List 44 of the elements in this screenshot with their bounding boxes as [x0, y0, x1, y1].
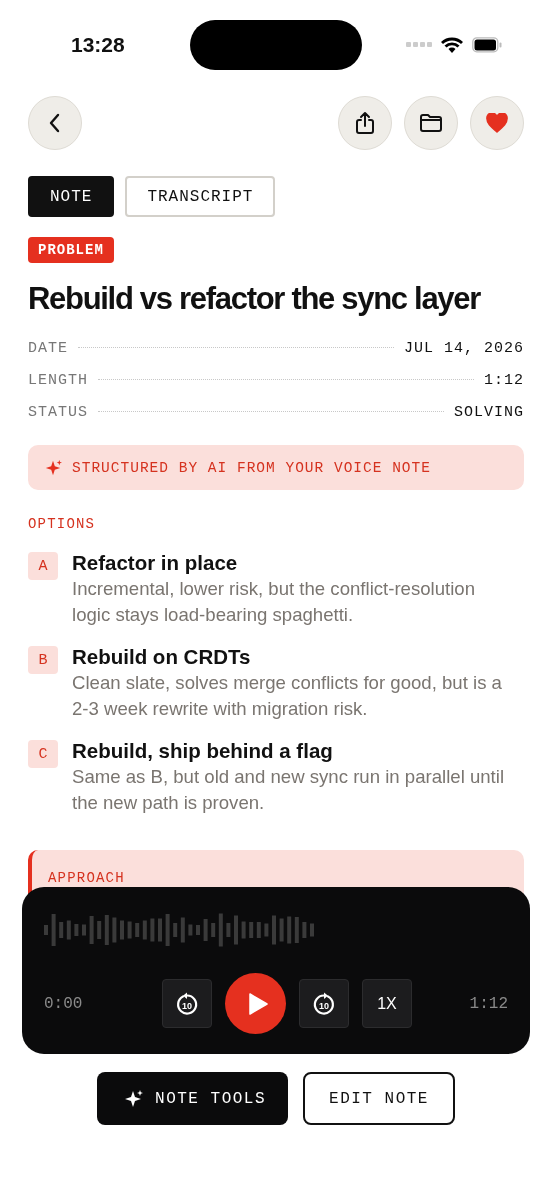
signal-icon — [406, 42, 432, 48]
option-description: Clean slate, solves merge conflicts for good, but is a 2-3 week rewrite with migration risk. — [72, 671, 503, 721]
ai-banner-text: STRUCTURED BY AI FROM YOUR VOICE NOTE — [72, 459, 431, 476]
skip-back-button[interactable]: 10 — [162, 979, 212, 1028]
meta-value: JUL 14, 2026 — [403, 339, 524, 359]
option-title: Rebuild, ship behind a flag — [72, 738, 334, 764]
play-button[interactable] — [225, 973, 286, 1034]
duration-time: 1:12 — [468, 994, 508, 1013]
note-title: Rebuild vs refactor the sync layer — [28, 280, 482, 318]
option-letter: A — [28, 552, 58, 580]
option-title: Rebuild on CRDTs — [72, 644, 252, 670]
option-title: Refactor in place — [72, 550, 239, 576]
share-button[interactable] — [338, 96, 392, 150]
section-heading: APPROACH — [48, 870, 126, 886]
meta-value: 1:12 — [484, 371, 524, 391]
tab[interactable]: NOTE — [28, 176, 115, 217]
sparkle-icon — [44, 458, 62, 477]
meta-label: STATUS — [28, 403, 88, 423]
meta-value: SOLVING — [454, 403, 524, 423]
meta-label: LENGTH — [28, 371, 88, 391]
speed-button[interactable]: 1X — [362, 979, 412, 1028]
elapsed-time: 0:00 — [44, 994, 84, 1013]
option-letter: C — [28, 740, 58, 768]
note-tools-button[interactable]: NOTE TOOLS — [97, 1072, 289, 1125]
category-badge: PROBLEM — [28, 237, 114, 263]
option-description: Same as B, but old and new sync run in parallel until the new path is proven. — [72, 765, 506, 815]
back-button[interactable] — [28, 96, 82, 150]
wifi-icon — [440, 36, 464, 54]
heart-icon — [486, 113, 508, 133]
battery-icon — [472, 37, 502, 53]
status-time: 13:28 — [71, 33, 126, 57]
share-icon — [354, 111, 376, 135]
edit-note-button[interactable]: EDIT NOTE — [303, 1072, 455, 1125]
play-icon — [247, 992, 268, 1015]
meta-label: DATE — [28, 339, 68, 359]
tab[interactable]: TRANSCRIPT — [125, 176, 276, 217]
section-heading: OPTIONS — [28, 516, 97, 532]
folder-button[interactable] — [404, 96, 458, 150]
folder-icon — [419, 113, 443, 133]
option-description: Incremental, lower risk, but the conflict-resolution logic stays load-bearing spaghetti. — [72, 577, 477, 627]
favorite-button[interactable] — [470, 96, 524, 150]
skip-forward-button[interactable]: 10 — [299, 979, 349, 1028]
back-icon — [48, 113, 62, 133]
option-letter: B — [28, 646, 58, 674]
